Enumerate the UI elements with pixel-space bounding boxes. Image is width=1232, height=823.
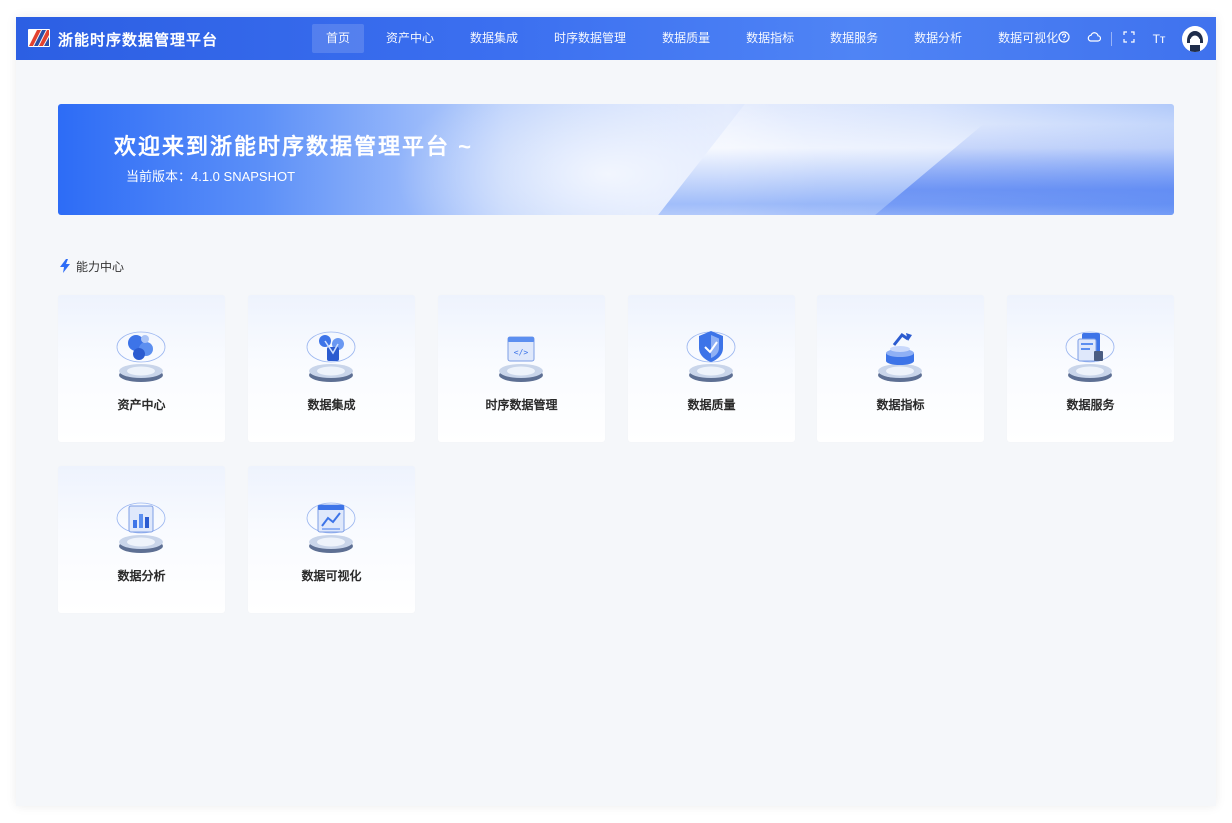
nav-item-data-analysis[interactable]: 数据分析	[900, 24, 976, 53]
nav-item-data-service[interactable]: 数据服务	[816, 24, 892, 53]
nav-item-data-metrics[interactable]: 数据指标	[732, 24, 808, 53]
banner-title: 欢迎来到浙能时序数据管理平台 ~	[114, 134, 473, 159]
asset-center-icon	[116, 331, 166, 382]
top-navigation-bar: 浙能时序数据管理平台 首页 资产中心 数据集成 时序数据管理 数据质量 数据指标…	[16, 17, 1216, 60]
nav-item-timeseries-management[interactable]: 时序数据管理	[540, 24, 640, 53]
card-label: 时序数据管理	[485, 398, 558, 412]
help-button[interactable]	[1049, 31, 1079, 46]
cloud-icon	[1087, 32, 1102, 42]
section-title: 能力中心	[76, 259, 125, 274]
card-label: 数据服务	[1066, 398, 1115, 412]
welcome-banner: 欢迎来到浙能时序数据管理平台 ~ 当前版本：4.1.0 SNAPSHOT	[58, 104, 1174, 215]
card-data-analysis[interactable]: 数据分析	[58, 466, 225, 613]
card-label: 数据分析	[117, 569, 166, 583]
cloud-button[interactable]	[1079, 31, 1109, 46]
card-label: 数据集成	[307, 398, 356, 412]
main-nav: 首页 资产中心 数据集成 时序数据管理 数据质量 数据指标 数据服务 数据分析 …	[312, 24, 1080, 53]
data-integration-icon	[306, 331, 356, 382]
data-metrics-icon	[878, 332, 922, 382]
card-asset-center[interactable]: 资产中心	[58, 295, 225, 442]
nav-item-asset-center[interactable]: 资产中心	[372, 24, 448, 53]
card-data-integration[interactable]: 数据集成	[248, 295, 415, 442]
data-analysis-icon	[116, 502, 166, 553]
logo-icon	[28, 29, 50, 47]
card-timeseries-management[interactable]: </> 时序数据管理	[438, 295, 605, 442]
nav-item-home[interactable]: 首页	[312, 24, 365, 53]
svg-text:</>: </>	[514, 348, 529, 357]
font-size-button[interactable]: Tт	[1144, 32, 1174, 46]
lightning-icon	[60, 259, 70, 273]
tools-divider	[1111, 31, 1112, 46]
data-visualization-icon	[306, 502, 356, 553]
card-label: 数据指标	[876, 398, 925, 412]
card-label: 资产中心	[117, 398, 166, 412]
card-data-visualization[interactable]: 数据可视化	[248, 466, 415, 613]
card-data-quality[interactable]: 数据质量	[628, 295, 795, 442]
fullscreen-icon	[1123, 31, 1135, 43]
question-circle-icon	[1058, 31, 1070, 43]
user-avatar[interactable]	[1182, 25, 1208, 52]
card-label: 数据质量	[687, 398, 736, 412]
capability-center-header: 能力中心	[60, 258, 124, 274]
nav-item-data-quality[interactable]: 数据质量	[648, 24, 724, 53]
avatar-icon	[1182, 25, 1208, 52]
timeseries-management-icon: </>	[499, 336, 543, 382]
card-label: 数据可视化	[301, 569, 362, 583]
nav-item-data-integration[interactable]: 数据集成	[456, 24, 532, 53]
header-tools: Tт	[1049, 17, 1208, 60]
data-service-icon	[1065, 331, 1115, 382]
app-frame: 浙能时序数据管理平台 首页 资产中心 数据集成 时序数据管理 数据质量 数据指标…	[16, 17, 1216, 806]
card-data-metrics[interactable]: 数据指标	[817, 295, 984, 442]
card-data-service[interactable]: 数据服务	[1007, 295, 1174, 442]
fullscreen-button[interactable]	[1114, 31, 1144, 46]
banner-version: 当前版本：4.1.0 SNAPSHOT	[126, 169, 296, 184]
data-quality-icon	[686, 331, 736, 382]
brand-title: 浙能时序数据管理平台	[58, 32, 219, 49]
